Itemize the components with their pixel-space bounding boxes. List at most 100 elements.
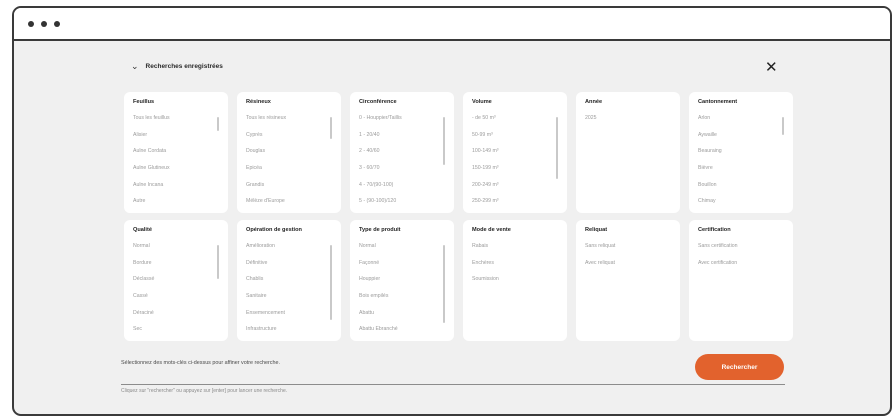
filter-card: Mode de vente Rabais Enchères Soumission: [463, 220, 567, 341]
divider: [121, 384, 785, 385]
hint-text: Sélectionnez des mots-clés ci-dessus pou…: [121, 360, 280, 366]
window-dot-icon: [54, 20, 60, 27]
filter-card-title: Type de produit: [359, 227, 401, 233]
chevron-down-icon: ⌄: [131, 61, 139, 71]
filter-option[interactable]: Autre: [133, 197, 220, 213]
filter-card: Reliquat Sans reliquat Avec reliquat: [576, 220, 680, 341]
filter-option[interactable]: Déclassé: [133, 275, 220, 292]
filter-option[interactable]: Abattu: [359, 309, 446, 326]
filter-card: Circonférence 0 - Houppier/Taillis 1 - 20/…: [350, 92, 454, 213]
filter-option[interactable]: 2 - 40/60: [359, 147, 446, 164]
title-bar: [14, 8, 890, 41]
filter-card-title: Cantonnement: [698, 99, 738, 105]
filter-card-title: Année: [585, 99, 603, 105]
scrollbar[interactable]: [443, 117, 445, 165]
filter-card-title: Mode de vente: [472, 227, 511, 233]
filter-card-title: Reliquat: [585, 227, 608, 233]
filter-option[interactable]: 150-199 m³: [472, 164, 559, 181]
filter-option[interactable]: - de 50 m³: [472, 114, 559, 131]
filter-option[interactable]: 4 - 70/(90-100): [359, 181, 446, 198]
filter-card: Résineux Tous les résineux Cyprès Douglas Ep…: [237, 92, 341, 213]
close-icon[interactable]: ✕: [765, 60, 778, 75]
scrollbar[interactable]: [443, 245, 445, 323]
scrollbar[interactable]: [330, 245, 332, 320]
filter-option[interactable]: Chablis: [246, 275, 333, 292]
scrollbar[interactable]: [782, 117, 784, 135]
filter-option[interactable]: Avec reliquat: [585, 259, 672, 276]
filter-card-title: Qualité: [133, 227, 152, 233]
filter-card-title: Opération de gestion: [246, 227, 302, 233]
filter-option[interactable]: Cyprès: [246, 131, 333, 148]
filter-card-title: Volume: [472, 99, 492, 105]
filter-card-title: Feuillus: [133, 99, 155, 105]
scrollbar[interactable]: [556, 117, 558, 179]
filter-option[interactable]: 5 - (90-100)/120: [359, 197, 446, 213]
filter-option[interactable]: Infrastructure: [246, 325, 333, 341]
filter-option[interactable]: 2025: [585, 114, 672, 131]
filter-option[interactable]: Epicéa: [246, 164, 333, 181]
filter-option[interactable]: Mélèze d'Europe: [246, 197, 333, 213]
filter-option[interactable]: 3 - 60/70: [359, 164, 446, 181]
filter-card: Type de produit Normal Façonné Houppier Bois…: [350, 220, 454, 341]
filter-option[interactable]: Amélioration: [246, 242, 333, 259]
filter-option[interactable]: Bouillon: [698, 181, 785, 198]
filter-option[interactable]: Aulne Incana: [133, 181, 220, 198]
filter-option[interactable]: Aulne Glutineux: [133, 164, 220, 181]
filter-option[interactable]: Beauraing: [698, 147, 785, 164]
filter-card: Feuillus Tous les feuillus Alisier Aulne Co…: [124, 92, 228, 213]
filter-option[interactable]: Tous les résineux: [246, 114, 333, 131]
filter-option[interactable]: Définitive: [246, 259, 333, 276]
filter-option[interactable]: Normal: [359, 242, 446, 259]
filter-option[interactable]: Enchères: [472, 259, 559, 276]
filter-option[interactable]: Sans certification: [698, 242, 785, 259]
scrollbar[interactable]: [217, 245, 219, 279]
filter-option[interactable]: Soumission: [472, 275, 559, 292]
filter-option[interactable]: Grandis: [246, 181, 333, 198]
filter-option[interactable]: Abattu Ebranché: [359, 325, 446, 341]
filter-option[interactable]: Arlon: [698, 114, 785, 131]
filter-card-title: Certification: [698, 227, 731, 233]
filter-option[interactable]: Sec: [133, 325, 220, 341]
filter-option[interactable]: 100-149 m³: [472, 147, 559, 164]
search-button[interactable]: Rechercher: [695, 354, 784, 380]
footer-note: Cliquez sur "rechercher" ou appuyez sur …: [121, 388, 288, 394]
filter-option[interactable]: Normal: [133, 242, 220, 259]
scrollbar[interactable]: [330, 117, 332, 139]
filter-card: Qualité Normal Bordure Déclassé Cassé Déracin…: [124, 220, 228, 341]
filter-option[interactable]: Aulne Cordata: [133, 147, 220, 164]
filter-option[interactable]: Bois empilés: [359, 292, 446, 309]
filter-option[interactable]: Bordure: [133, 259, 220, 276]
window-dot-icon: [28, 20, 34, 27]
filter-option[interactable]: Ensemencement: [246, 309, 333, 326]
filter-option[interactable]: Sans reliquat: [585, 242, 672, 259]
filter-card: Cantonnement Arlon Aywaille Beauraing Bièvre…: [689, 92, 793, 213]
filter-option[interactable]: Rabais: [472, 242, 559, 259]
filter-option[interactable]: Houppier: [359, 275, 446, 292]
filter-option[interactable]: Déraciné: [133, 309, 220, 326]
window-dot-icon: [41, 20, 47, 27]
filter-grid: Feuillus Tous les feuillus Alisier Aulne Co…: [124, 92, 793, 341]
saved-searches-toggle[interactable]: ⌄ Recherches enregistrées: [131, 62, 223, 71]
filter-option[interactable]: Façonné: [359, 259, 446, 276]
filter-option[interactable]: Sanitaire: [246, 292, 333, 309]
filter-card: Certification Sans certification Avec cert…: [689, 220, 793, 341]
filter-option[interactable]: Aywaille: [698, 131, 785, 148]
filter-option[interactable]: Chimay: [698, 197, 785, 213]
filter-option[interactable]: Bièvre: [698, 164, 785, 181]
filter-option[interactable]: 1 - 20/40: [359, 131, 446, 148]
filter-option[interactable]: Avec certification: [698, 259, 785, 276]
filter-option[interactable]: 250-299 m³: [472, 197, 559, 213]
filter-option[interactable]: Alisier: [133, 131, 220, 148]
filter-option[interactable]: 200-249 m³: [472, 181, 559, 198]
filter-card: Année 2025: [576, 92, 680, 213]
filter-card-title: Résineux: [246, 99, 271, 105]
filter-option[interactable]: Douglas: [246, 147, 333, 164]
scrollbar[interactable]: [217, 117, 219, 131]
filter-option[interactable]: 0 - Houppier/Taillis: [359, 114, 446, 131]
saved-searches-label: Recherches enregistrées: [145, 63, 223, 70]
app-window: ⌄ Recherches enregistrées ✕ Feuillus Tous…: [12, 6, 892, 416]
filter-option[interactable]: Tous les feuillus: [133, 114, 220, 131]
filter-option[interactable]: 50-99 m³: [472, 131, 559, 148]
filter-card: Opération de gestion Amélioration Définiti…: [237, 220, 341, 341]
filter-option[interactable]: Cassé: [133, 292, 220, 309]
